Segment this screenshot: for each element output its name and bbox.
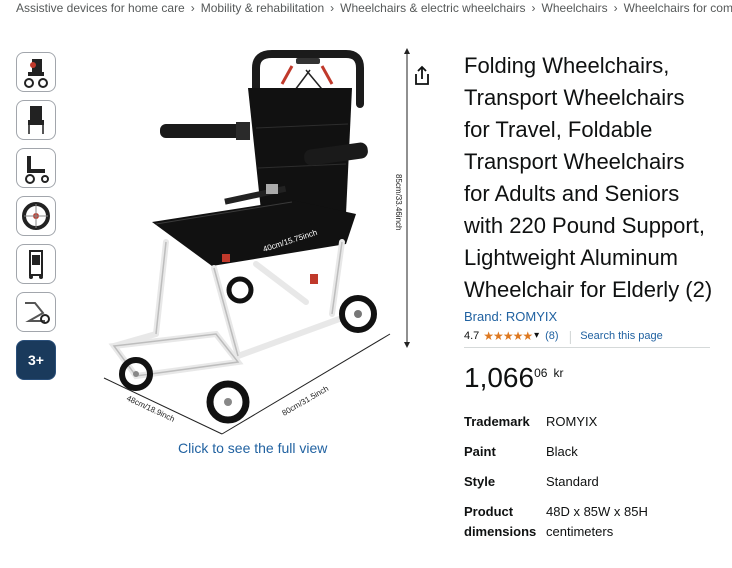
share-button[interactable] [410,64,434,88]
spec-row: Style Standard [464,472,714,502]
main-product-image[interactable]: 85cm/33.46inch 40cm/15.75inch 48cm/18.9i… [96,44,420,440]
search-this-page-link[interactable]: Search this page [580,330,663,342]
breadcrumb-separator: › [330,1,335,15]
thumbnail-6[interactable] [16,292,56,332]
spec-row: Product dimensions 48D x 85W x 85H centi… [464,502,714,552]
price: 1,066 06 kr [464,362,714,394]
breadcrumb-item-mobility[interactable]: Mobility & rehabilitation [201,1,324,15]
thumbnail-1[interactable] [16,52,56,92]
specs-table: Trademark ROMYIX Paint Black Style Stand… [464,412,714,552]
divider: | [568,327,573,344]
rating-row: 4.7 ★★★★★ ▾ (8) | Search this page [464,328,710,348]
share-icon [415,65,429,85]
wheelchair-front-icon [28,106,44,134]
wheel-detail-icon [22,202,50,230]
price-whole: 1,066 [464,362,535,393]
breadcrumb-item-wheelchairs-for-com[interactable]: Wheelchairs for com [624,1,732,15]
spec-row: Paint Black [464,442,714,472]
brand-link[interactable]: Brand: ROMYIX [464,308,557,326]
product-details: Folding Wheelchairs, Transport Wheelchai… [464,50,714,552]
rating-value: 4.7 [464,329,480,342]
spec-value: Standard [546,474,599,489]
thumbnail-3[interactable] [16,148,56,188]
wheelchair-thumbnail-icon [24,59,48,88]
thumbnail-5[interactable] [16,244,56,284]
spec-label: Trademark [464,414,530,429]
breadcrumb-item-assistive[interactable]: Assistive devices for home care [16,1,185,15]
wheelchair-folded-icon [29,250,43,279]
wheelchair-image: 85cm/33.46inch 40cm/15.75inch 48cm/18.9i… [103,48,410,435]
thumbnail-2[interactable] [16,100,56,140]
dim-height-label: 85cm/33.46inch [394,174,403,230]
review-count-link[interactable]: (8) [545,330,558,342]
spec-value: Black [546,444,578,459]
product-title: Folding Wheelchairs, Transport Wheelchai… [464,53,713,302]
spec-row: Trademark ROMYIX [464,412,714,442]
breadcrumb-separator: › [190,1,195,15]
spec-label: Product dimensions [464,504,537,539]
breadcrumb: Assistive devices for home care › Mobility… [16,0,732,16]
full-view-link[interactable]: Click to see the full view [178,440,327,456]
thumbnail-more[interactable]: 3+ [16,340,56,380]
breadcrumb-item-wheelchairs-electric[interactable]: Wheelchairs & electric wheelchairs [340,1,525,15]
price-fraction: 06 [534,366,548,380]
chevron-down-icon[interactable]: ▾ [534,330,539,341]
spec-value: 48D x 85W x 85H centimeters [546,504,648,539]
breadcrumb-separator: › [531,1,536,15]
wheelchair-side-icon [25,156,49,184]
price-currency: kr [553,366,564,380]
spec-value: ROMYIX [546,414,598,429]
star-rating-icon[interactable]: ★★★★★ [483,329,533,343]
thumbnail-more-label: 3+ [28,352,44,368]
thumbnail-list: 3+ [16,52,56,388]
spec-label: Paint [464,444,496,459]
frame-detail-icon [25,302,50,324]
breadcrumb-item-wheelchairs[interactable]: Wheelchairs [542,1,608,15]
thumbnail-4[interactable] [16,196,56,236]
spec-label: Style [464,474,496,489]
dim-length-label: 80cm/31.5inch [281,384,331,418]
breadcrumb-separator: › [613,1,618,15]
